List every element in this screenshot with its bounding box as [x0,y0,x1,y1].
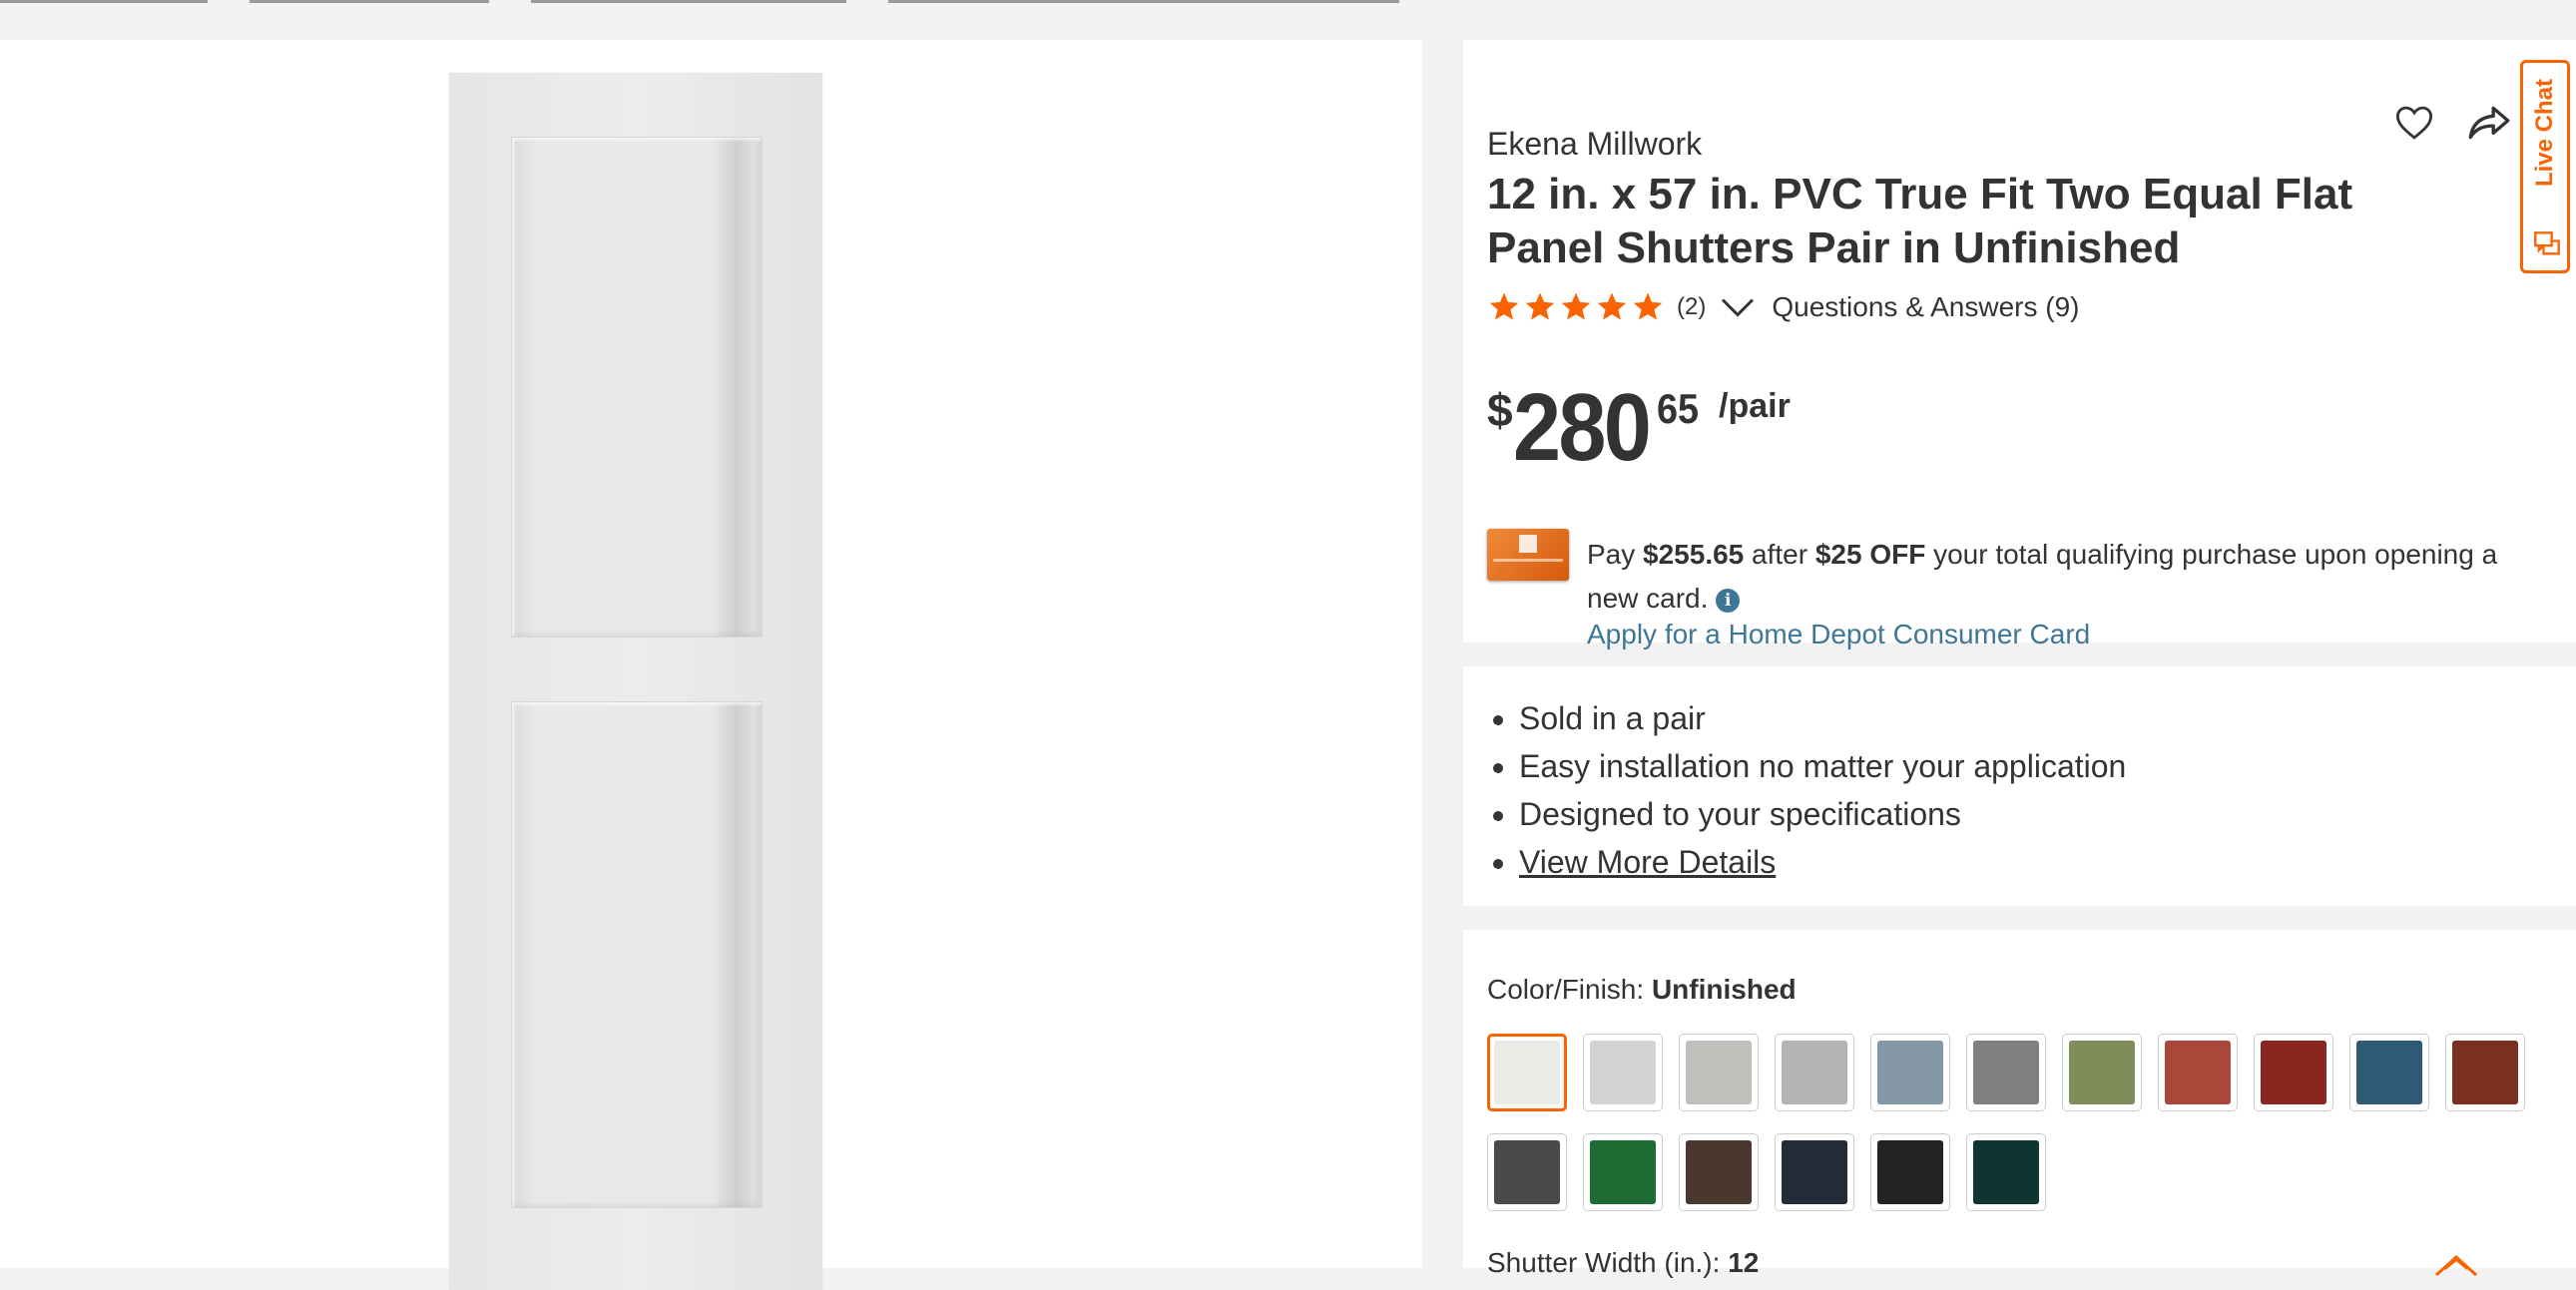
highlight-item: View More Details [1519,838,2126,886]
home-depot-logo-icon [1519,535,1537,553]
product-title: 12 in. x 57 in. PVC True Fit Two Equal F… [1487,170,2353,272]
width-label-text: Shutter Width (in.): [1487,1247,1721,1278]
color-swatch[interactable] [2445,1034,2525,1111]
price-currency: $ [1487,384,1513,436]
star-rating[interactable] [1487,290,1665,324]
product-image[interactable] [449,73,822,1290]
credit-card-image [1487,529,1569,581]
color-swatch-fill [1877,1140,1943,1204]
chat-icon [2534,231,2560,255]
color-swatch[interactable] [1583,1034,1663,1111]
color-swatch-fill [1590,1041,1656,1104]
info-icon[interactable]: i [1716,588,1741,613]
color-label-text: Color/Finish: [1487,974,1645,1005]
color-selected-value: Unfinished [1651,974,1797,1005]
heart-icon[interactable] [2393,102,2435,144]
nav-tab-indicator[interactable] [0,0,208,3]
color-swatch[interactable] [1487,1133,1567,1211]
house-icon [2434,1254,2478,1277]
highlights-list: Sold in a pair Easy installation no matt… [1483,694,2126,886]
color-swatch-fill [1494,1140,1560,1204]
color-swatch-fill [2452,1041,2518,1104]
color-swatch-fill [1782,1140,1847,1204]
shutter-panel-top [511,137,763,638]
shutter-width-label: Shutter Width (in.): 12 [1487,1247,1759,1279]
color-swatch[interactable] [1966,1133,2046,1211]
color-swatch[interactable] [1966,1034,2046,1111]
share-icon[interactable] [2464,98,2514,148]
highlight-item: Sold in a pair [1519,694,2126,742]
questions-answers-link[interactable]: Questions & Answers (9) [1772,291,2079,323]
color-swatch[interactable] [1583,1133,1663,1211]
star-icon [1597,292,1627,320]
color-swatch-fill [2165,1041,2231,1104]
brand-link[interactable]: Ekena Millwork [1487,126,1702,163]
ratings-row: (2) Questions & Answers (9) [1487,287,2079,327]
width-selected-value: 12 [1728,1247,1760,1278]
color-swatch-fill [1782,1041,1847,1104]
live-chat-button[interactable]: Live Chat [2520,60,2570,273]
live-chat-label: Live Chat [2531,78,2558,188]
color-swatch[interactable] [1870,1133,1950,1211]
product-info-card: Ekena Millwork 12 in. x 57 in. PVC True … [1463,40,2576,649]
color-swatch[interactable] [1775,1133,1854,1211]
product-options-card: Color/Finish: Unfinished Shutter Width (… [1463,930,2576,1278]
chevron-down-icon[interactable] [1720,295,1756,319]
color-swatch[interactable] [1679,1034,1759,1111]
product-image-panel [0,40,1422,1290]
offer-discount: $25 OFF [1814,539,1926,570]
color-finish-label: Color/Finish: Unfinished [1487,974,1797,1006]
color-swatch-fill [2069,1041,2135,1104]
price-cents: 65 [1657,385,1700,432]
offer-pay-text: Pay [1587,539,1636,570]
color-swatch-fill [1877,1041,1943,1104]
product-highlights-card: Sold in a pair Easy installation no matt… [1463,666,2576,906]
shutter-panel-bottom [511,701,763,1208]
offer-after-text: after [1752,539,1808,570]
top-nav [0,0,2576,40]
nav-tab-indicator[interactable] [250,0,489,3]
view-more-details-link[interactable]: View More Details [1519,844,1776,880]
color-swatch-fill [2261,1041,2326,1104]
highlight-item: Easy installation no matter your applica… [1519,742,2126,790]
color-swatch[interactable] [2254,1034,2333,1111]
color-swatch[interactable] [2062,1034,2142,1111]
price-unit: /pair [1719,387,1791,425]
card-number-decoration [1493,559,1563,562]
color-swatch-fill [1973,1041,2039,1104]
color-swatch-fill [2356,1041,2422,1104]
color-swatches [1487,1034,2545,1211]
color-swatch-fill [1686,1140,1752,1204]
nav-tab-indicator[interactable] [888,0,1399,3]
color-swatch-fill [1686,1041,1752,1104]
color-swatch[interactable] [1679,1133,1759,1211]
offer-amount: $255.65 [1643,539,1745,570]
nav-tab-indicator[interactable] [531,0,846,3]
apply-card-link[interactable]: Apply for a Home Depot Consumer Card [1587,619,2090,650]
color-swatch-fill [1494,1041,1560,1104]
color-swatch[interactable] [1775,1034,1854,1111]
star-icon [1633,292,1663,320]
color-swatch[interactable] [1487,1034,1567,1111]
star-icon [1525,292,1555,320]
color-swatch-fill [1973,1140,2039,1204]
color-swatch-fill [1590,1140,1656,1204]
color-swatch[interactable] [2349,1034,2429,1111]
card-offer-text: Pay $255.65 after $25 OFF your total qua… [1587,533,2545,621]
review-count[interactable]: (2) [1677,293,1706,321]
price-dollars: 280 [1513,374,1652,481]
star-icon [1561,292,1591,320]
star-icon [1489,292,1519,320]
color-swatch[interactable] [1870,1034,1950,1111]
highlight-item: Designed to your specifications [1519,790,2126,838]
color-swatch[interactable] [2158,1034,2238,1111]
